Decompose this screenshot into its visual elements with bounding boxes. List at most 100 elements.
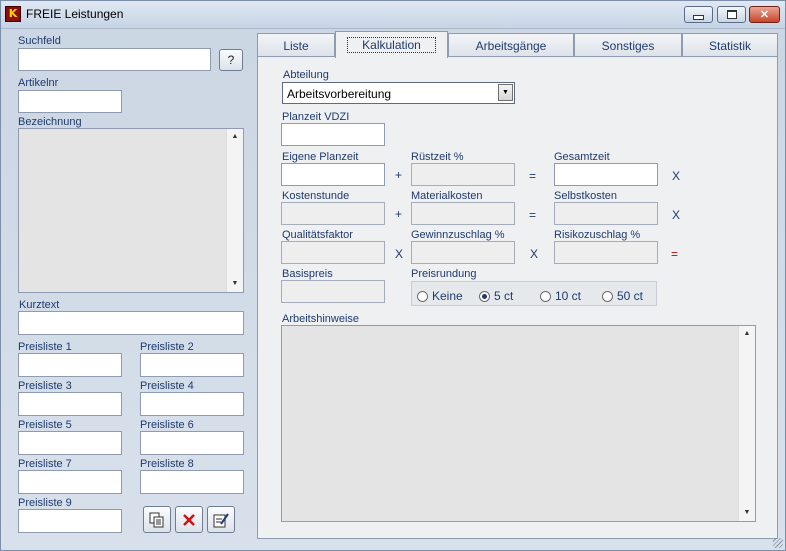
tab-liste-label: Liste — [283, 38, 309, 53]
dropdown-arrow-icon[interactable]: ▼ — [498, 84, 513, 101]
equals-operator-red: = — [671, 247, 679, 261]
preisrundung-option-50ct[interactable]: 50 ct — [602, 289, 643, 303]
bezeichnung-label: Bezeichnung — [18, 116, 82, 128]
delete-icon — [183, 513, 195, 526]
kurztext-input[interactable] — [18, 311, 244, 335]
edit-button[interactable] — [207, 506, 235, 533]
materialkosten-label: Materialkosten — [411, 190, 483, 202]
tab-statistik-label: Statistik — [708, 38, 751, 53]
materialkosten-field — [411, 202, 515, 225]
minimize-button[interactable] — [684, 6, 713, 23]
times-operator: X — [672, 169, 681, 183]
close-button[interactable]: ✕ — [749, 6, 780, 23]
preisrundung-label: Preisrundung — [411, 268, 477, 280]
preisliste-4-input[interactable] — [140, 392, 244, 416]
radio-icon[interactable] — [602, 290, 613, 302]
selbstkosten-label: Selbstkosten — [554, 190, 617, 202]
radio-selected-icon[interactable] — [479, 290, 490, 302]
basispreis-label: Basispreis — [282, 268, 333, 280]
kostenstunde-field — [281, 202, 385, 225]
arbeitshinweise-textarea[interactable]: ▲ ▼ — [281, 325, 756, 522]
tab-arbeitsgaenge[interactable]: Arbeitsgänge — [448, 33, 574, 57]
tab-kalkulation[interactable]: Kalkulation — [335, 31, 448, 58]
preisliste-2-input[interactable] — [140, 353, 244, 377]
radio-label: 10 ct — [555, 289, 582, 303]
maximize-button[interactable] — [717, 6, 746, 23]
preisliste-4-label: Preisliste 4 — [140, 380, 194, 392]
tab-liste[interactable]: Liste — [257, 33, 335, 57]
delete-button[interactable] — [175, 506, 203, 533]
preisliste-6-input[interactable] — [140, 431, 244, 455]
maximize-icon — [726, 10, 737, 19]
basispreis-field — [281, 280, 385, 303]
tab-statistik[interactable]: Statistik — [682, 33, 778, 57]
tab-sonstiges-label: Sonstiges — [601, 38, 655, 53]
help-button[interactable]: ? — [219, 49, 243, 71]
times-operator: X — [672, 208, 681, 222]
preisrundung-option-5ct[interactable]: 5 ct — [479, 289, 513, 303]
planzeit-vdzi-input[interactable] — [281, 123, 385, 146]
equals-operator: = — [529, 169, 537, 183]
selbstkosten-field — [554, 202, 658, 225]
close-icon: ✕ — [759, 9, 770, 21]
copy-button[interactable] — [143, 506, 171, 533]
bezeichnung-scrollbar[interactable]: ▲ ▼ — [226, 129, 243, 292]
risikozuschlag-label: Risikozuschlag % — [554, 229, 641, 241]
gesamtzeit-label: Gesamtzeit — [554, 151, 610, 163]
preisliste-8-label: Preisliste 8 — [140, 458, 194, 470]
radio-label: 5 ct — [494, 289, 514, 303]
radio-label: Keine — [432, 289, 463, 303]
kostenstunde-label: Kostenstunde — [282, 190, 350, 202]
scroll-up-arrow-icon[interactable]: ▲ — [739, 326, 755, 342]
gesamtzeit-input[interactable] — [554, 163, 658, 186]
title-bar[interactable]: K FREIE Leistungen ✕ — [1, 1, 785, 29]
preisliste-5-input[interactable] — [18, 431, 122, 455]
preisliste-2-label: Preisliste 2 — [140, 341, 194, 353]
eigene-planzeit-input[interactable] — [281, 163, 385, 186]
arbeitshinweise-scrollbar[interactable]: ▲ ▼ — [738, 326, 755, 521]
radio-icon[interactable] — [417, 290, 428, 302]
kurztext-label: Kurztext — [19, 299, 60, 311]
app-logo-icon: K — [5, 6, 21, 22]
preisliste-3-input[interactable] — [18, 392, 122, 416]
gewinnzuschlag-field — [411, 241, 515, 264]
tab-kalkulation-label: Kalkulation — [347, 37, 436, 53]
preisrundung-option-10ct[interactable]: 10 ct — [540, 289, 581, 303]
preisliste-3-label: Preisliste 3 — [18, 380, 72, 392]
bezeichnung-textarea[interactable]: ▲ ▼ — [18, 128, 244, 293]
preisliste-5-label: Preisliste 5 — [18, 419, 72, 431]
preisliste-9-label: Preisliste 9 — [18, 497, 72, 509]
scroll-down-arrow-icon[interactable]: ▼ — [227, 276, 243, 292]
preisrundung-radiogroup: Keine 5 ct 10 ct 50 ct — [411, 281, 657, 306]
radio-icon[interactable] — [540, 290, 551, 302]
preisrundung-option-keine[interactable]: Keine — [417, 289, 463, 303]
tab-sonstiges[interactable]: Sonstiges — [574, 33, 682, 57]
edit-icon — [213, 512, 229, 527]
ruestzeit-label: Rüstzeit % — [411, 151, 464, 163]
radio-label: 50 ct — [617, 289, 644, 303]
eigene-planzeit-label: Eigene Planzeit — [282, 151, 359, 163]
preisliste-6-label: Preisliste 6 — [140, 419, 194, 431]
times-operator: X — [395, 247, 404, 261]
artikelnr-label: Artikelnr — [18, 77, 59, 89]
app-window: K FREIE Leistungen ✕ Suchfeld ? Artikeln… — [0, 0, 786, 551]
resize-grip-icon[interactable] — [773, 538, 783, 548]
ruestzeit-field — [411, 163, 515, 186]
preisliste-8-input[interactable] — [140, 470, 244, 494]
gewinnzuschlag-label: Gewinnzuschlag % — [411, 229, 505, 241]
qualitaetsfaktor-field — [281, 241, 385, 264]
abteilung-value: Arbeitsvorbereitung — [287, 87, 392, 101]
preisliste-9-input[interactable] — [18, 509, 122, 533]
artikelnr-input[interactable] — [18, 90, 122, 113]
scroll-up-arrow-icon[interactable]: ▲ — [227, 129, 243, 145]
plus-operator: + — [395, 168, 403, 182]
preisliste-1-input[interactable] — [18, 353, 122, 377]
abteilung-select[interactable]: Arbeitsvorbereitung ▼ — [282, 82, 515, 104]
abteilung-label: Abteilung — [283, 69, 329, 81]
risikozuschlag-field — [554, 241, 658, 264]
scroll-down-arrow-icon[interactable]: ▼ — [739, 505, 755, 521]
preisliste-1-label: Preisliste 1 — [18, 341, 72, 353]
suchfeld-input[interactable] — [18, 48, 211, 71]
preisliste-7-label: Preisliste 7 — [18, 458, 72, 470]
preisliste-7-input[interactable] — [18, 470, 122, 494]
